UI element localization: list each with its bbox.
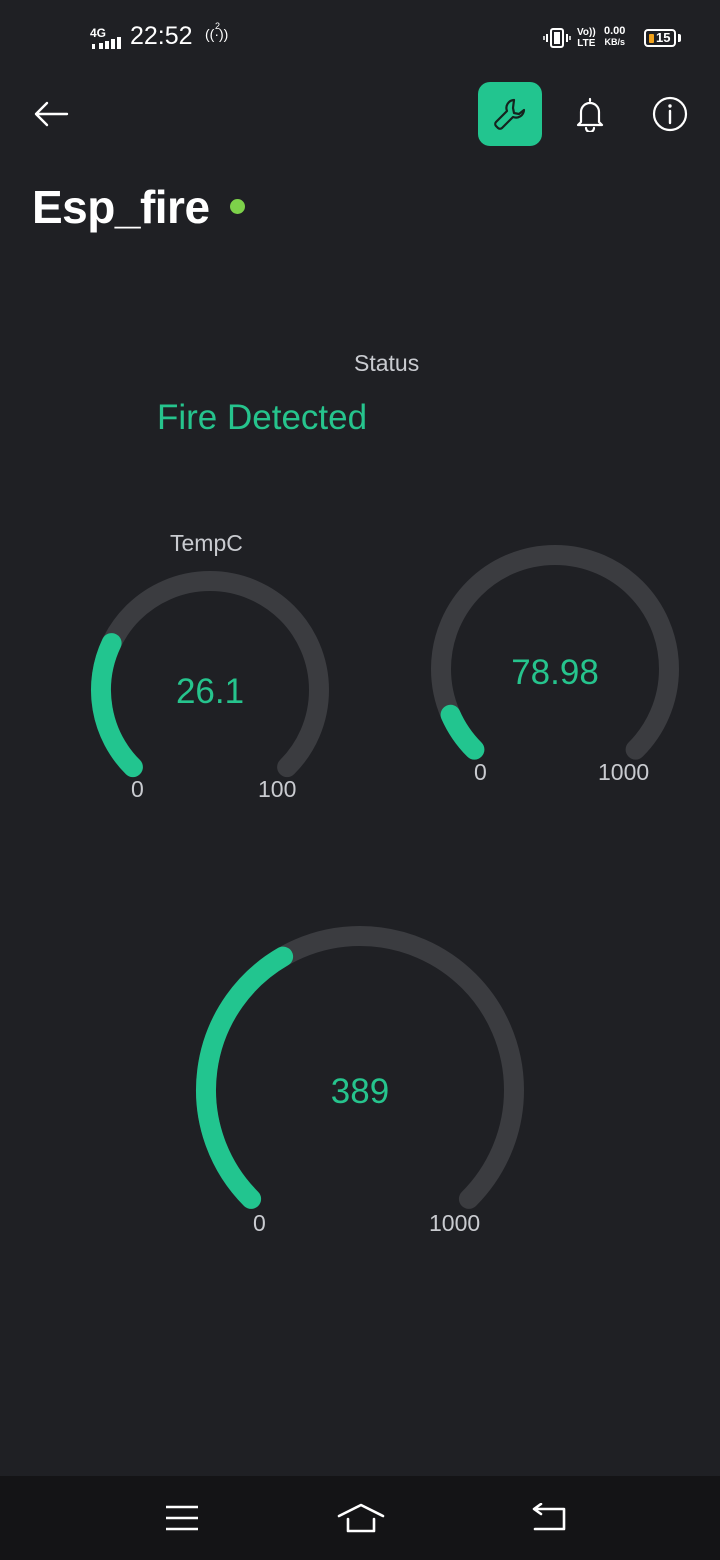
gauge-2-fill [440,704,485,760]
system-back-button[interactable] [526,1498,570,1538]
home-icon [337,1503,385,1533]
gauge-3-min: 0 [253,1210,266,1236]
gauge-2-min: 0 [474,759,487,785]
return-icon [532,1503,566,1531]
recent-apps-button[interactable] [160,1498,204,1538]
gauge-3-value: 389 [330,1072,390,1111]
gauge-3-max: 1000 [429,1210,481,1236]
gauge-1-value: 26.1 [175,672,245,711]
gauge-1-min: 0 [131,776,144,802]
gauge-2-max: 1000 [598,759,650,785]
gauge-1-max: 100 [258,776,297,802]
gauges-canvas [90,545,679,1209]
home-button[interactable] [334,1496,388,1540]
menu-icon [166,1505,198,1531]
gauge-2-value: 78.98 [511,653,599,692]
